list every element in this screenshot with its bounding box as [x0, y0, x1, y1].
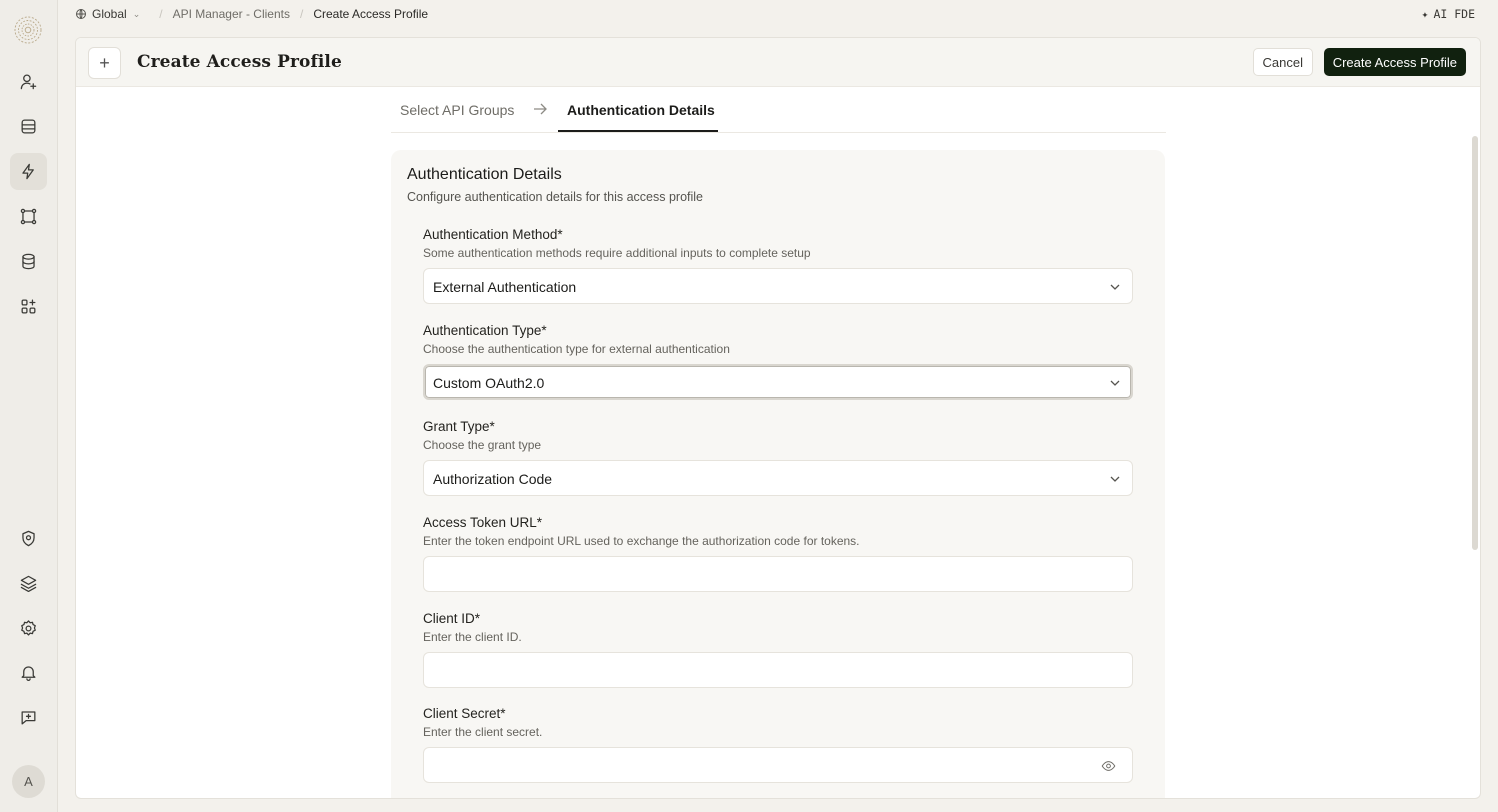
nav-layers-icon[interactable]: [10, 565, 47, 602]
lightning-icon: [22, 163, 34, 180]
nav-database-icon[interactable]: [10, 243, 47, 280]
chevron-down-icon[interactable]: ⌄: [133, 9, 141, 20]
breadcrumb: Global ⌄ / API Manager - Clients / Creat…: [75, 7, 428, 21]
client-id-field: Client ID* Enter the client ID.: [423, 611, 1133, 688]
eye-icon[interactable]: [1101, 759, 1116, 773]
settings-icon: [21, 620, 36, 636]
field-label: Grant Type*: [423, 419, 495, 434]
auth-method-select[interactable]: External Authentication: [423, 268, 1133, 304]
field-label: Authentication Method*: [423, 227, 563, 242]
ai-fde-label: AI FDE: [1433, 7, 1475, 21]
auth-type-select[interactable]: Custom OAuth2.0: [423, 364, 1133, 400]
active-step-indicator: [558, 130, 718, 132]
client-secret-container: [423, 747, 1133, 783]
chat-plus-icon: [21, 711, 36, 725]
access-token-url-input[interactable]: [424, 557, 1132, 591]
logo-icon[interactable]: [12, 14, 44, 46]
shield-gear-icon: [22, 530, 35, 547]
create-access-profile-button[interactable]: Create Access Profile: [1323, 48, 1466, 76]
card-subtitle: Configure authentication details for thi…: [407, 190, 703, 204]
select-value: Custom OAuth2.0: [433, 375, 545, 391]
inbox-icon: [21, 119, 36, 134]
auth-type-field: Authentication Type* Choose the authenti…: [423, 323, 1133, 400]
nav-inbox-icon[interactable]: [10, 108, 47, 145]
field-help: Choose the grant type: [423, 438, 542, 452]
avatar[interactable]: A: [12, 765, 45, 798]
page-title: Create Access Profile: [137, 52, 342, 72]
field-label: Client ID*: [423, 611, 481, 626]
database-icon: [22, 253, 35, 270]
field-label: Access Token URL*: [423, 515, 543, 530]
client-secret-input[interactable]: [424, 748, 1132, 782]
grant-type-field: Grant Type* Choose the grant type Author…: [423, 419, 1133, 496]
grant-type-select[interactable]: Authorization Code: [423, 460, 1133, 496]
apps-plus-icon: [21, 299, 36, 314]
nav-settings-icon[interactable]: [10, 610, 47, 647]
globe-icon: [76, 9, 86, 19]
breadcrumb-separator: /: [159, 7, 163, 21]
select-value: Authorization Code: [433, 471, 553, 487]
select-value: External Authentication: [433, 279, 577, 295]
client-id-input[interactable]: [424, 653, 1132, 687]
nav-lightning-icon[interactable]: [10, 153, 47, 190]
card-title: Authentication Details: [407, 166, 562, 183]
field-help: Choose the authentication type for exter…: [423, 342, 730, 356]
nav-bell-icon[interactable]: [10, 654, 47, 691]
breadcrumb-global[interactable]: Global: [92, 7, 127, 21]
authentication-details-card: Authentication Details Configure authent…: [391, 150, 1165, 798]
field-help: Enter the token endpoint URL used to exc…: [423, 534, 860, 548]
nav-apps-icon[interactable]: [10, 288, 47, 325]
client-secret-field: Client Secret* Enter the client secret.: [423, 706, 1133, 783]
ai-fde-button[interactable]: ✦ AI FDE: [1422, 7, 1475, 21]
chevron-down-icon: [1110, 476, 1120, 482]
field-help: Enter the client ID.: [423, 630, 522, 644]
nav-users-icon[interactable]: [10, 63, 47, 100]
cancel-button[interactable]: Cancel: [1252, 48, 1313, 76]
user-plus-icon: [20, 74, 37, 90]
field-help: Some authentication methods require addi…: [423, 246, 811, 260]
top-bar: Global ⌄ / API Manager - Clients / Creat…: [58, 0, 1498, 28]
field-help: Enter the client secret.: [423, 725, 543, 739]
field-label: Authentication Type*: [423, 323, 547, 338]
field-label: Client Secret*: [423, 706, 506, 721]
arrow-right-icon: [534, 103, 547, 115]
layers-icon: [20, 575, 37, 593]
chevron-down-icon: [1110, 380, 1120, 386]
breadcrumb-section[interactable]: API Manager - Clients: [173, 7, 290, 21]
auth-method-field: Authentication Method* Some authenticati…: [423, 227, 1133, 304]
step-select-api-groups[interactable]: Select API Groups: [400, 102, 514, 118]
access-token-url-field: Access Token URL* Enter the token endpoi…: [423, 515, 1133, 592]
chevron-down-icon: [1110, 284, 1120, 290]
add-button[interactable]: +: [88, 47, 121, 79]
nav-shield-icon[interactable]: [10, 520, 47, 557]
scrollbar[interactable]: [1472, 136, 1478, 550]
access-token-url-container: [423, 556, 1133, 592]
left-nav-rail: A: [0, 0, 58, 812]
main-panel: + Create Access Profile Cancel Create Ac…: [75, 37, 1481, 799]
breadcrumb-current: Create Access Profile: [313, 7, 429, 21]
nodes-icon: [20, 208, 37, 225]
client-id-container: [423, 652, 1133, 688]
bell-icon: [21, 666, 36, 681]
panel-header: + Create Access Profile Cancel Create Ac…: [76, 38, 1480, 87]
plus-icon: +: [99, 52, 110, 73]
breadcrumb-separator: /: [299, 7, 304, 21]
nav-feedback-icon[interactable]: [10, 699, 47, 736]
nav-nodes-icon[interactable]: [10, 198, 47, 235]
step-authentication-details[interactable]: Authentication Details: [567, 102, 715, 118]
sparkle-icon: ✦: [1421, 7, 1429, 21]
stepper: Select API Groups Authentication Details: [391, 87, 1166, 133]
